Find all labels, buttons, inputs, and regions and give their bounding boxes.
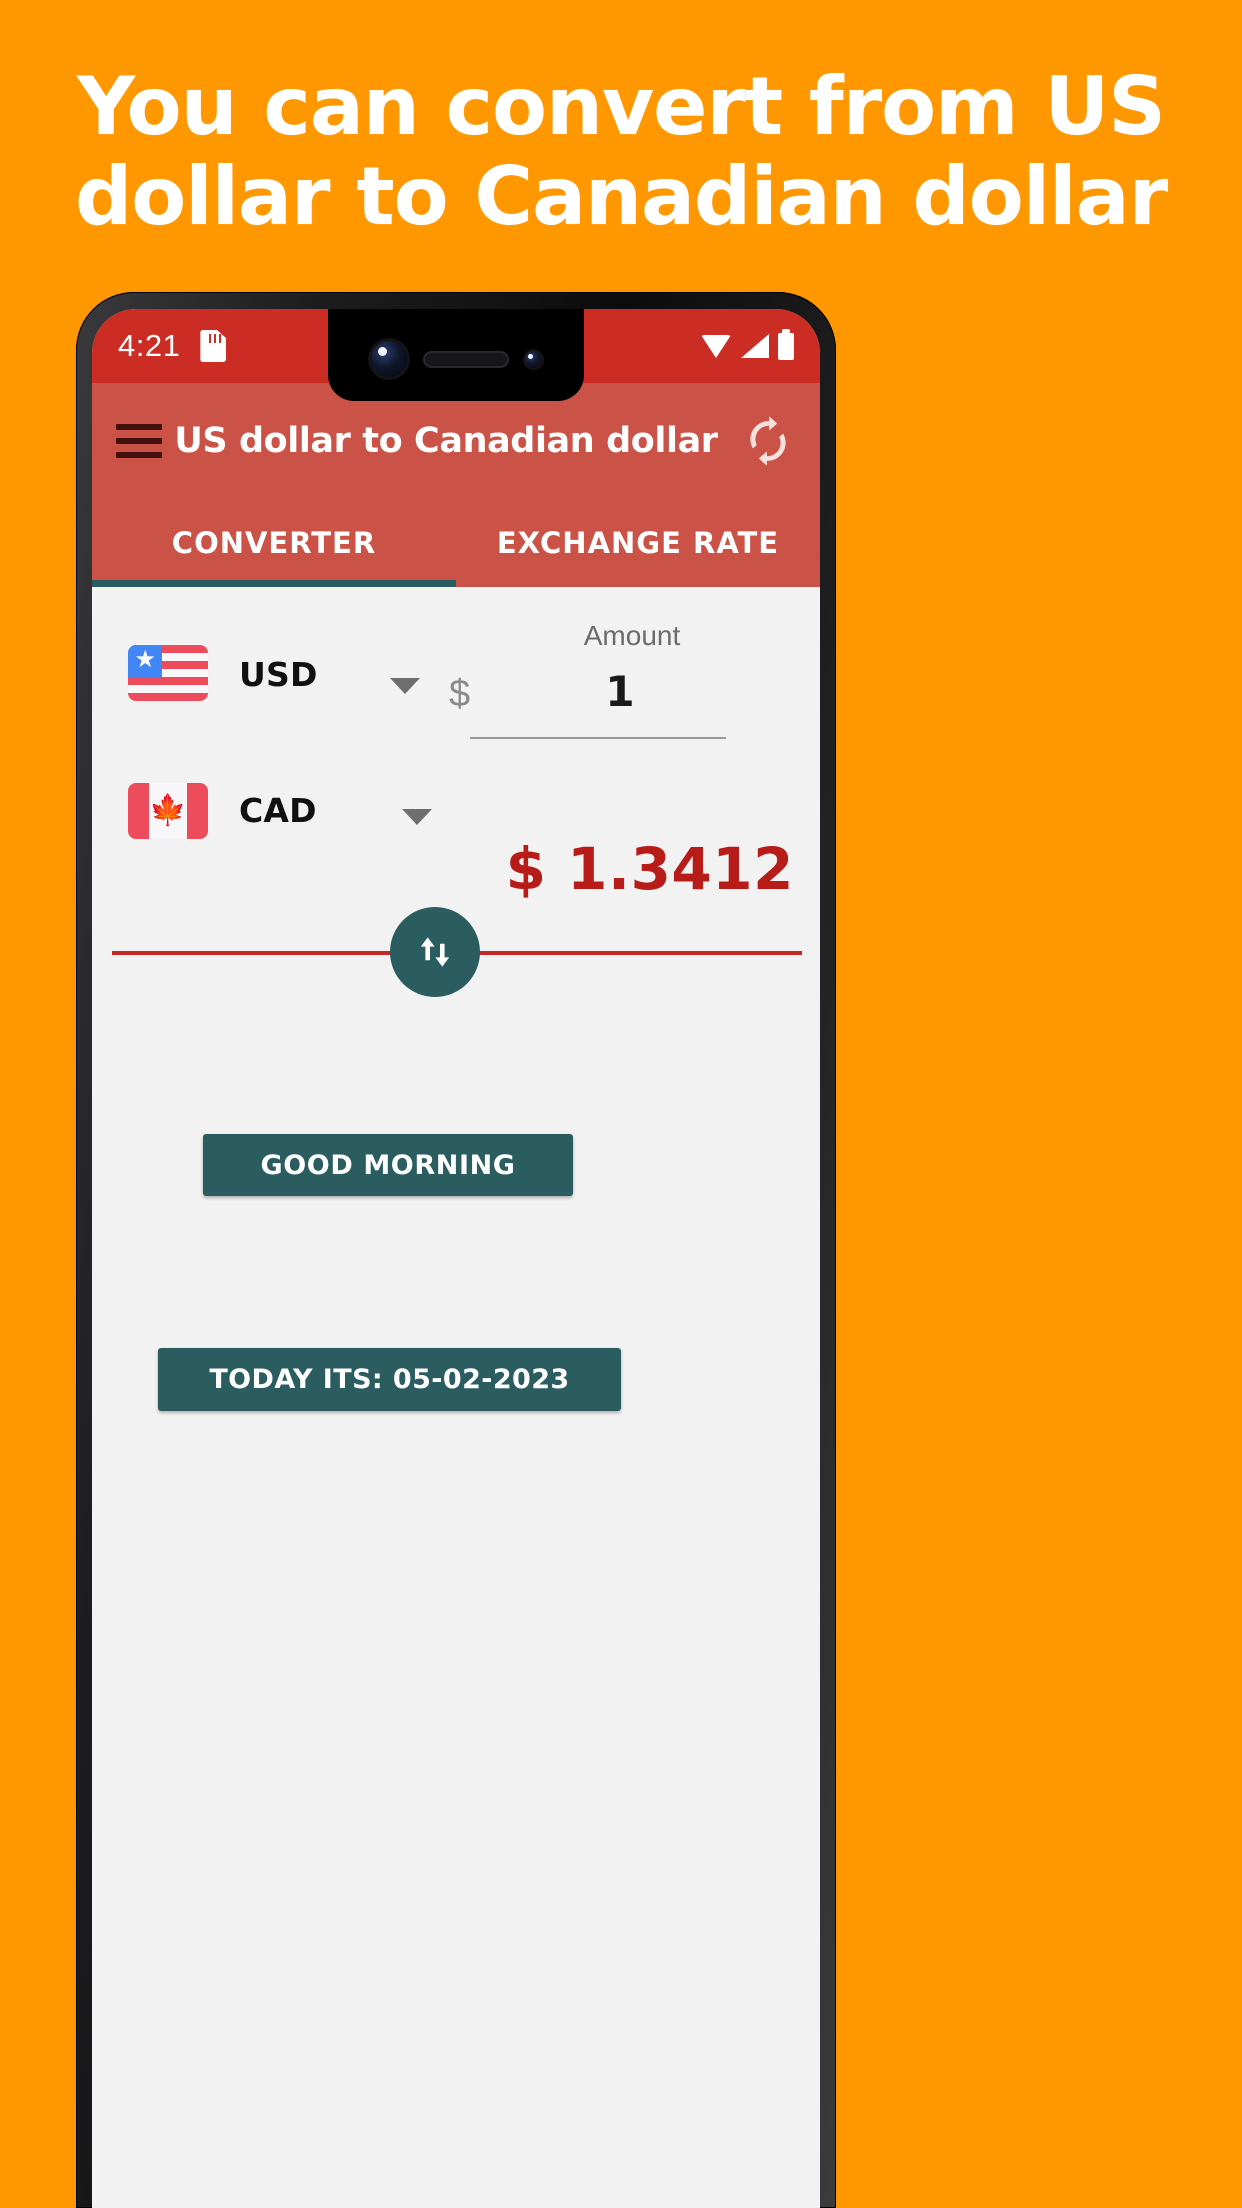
refresh-sync-icon[interactable] [740, 413, 796, 469]
today-date-button[interactable]: TODAY ITS: 05-02-2023 [158, 1348, 621, 1411]
status-bar-clock: 4:21 [118, 328, 181, 363]
secondary-camera-icon [524, 350, 542, 368]
cellular-signal-icon [741, 334, 769, 358]
converter-panel: ★ USD Amount $ 1 🍁 CAD $ 1.3412 GOOD MOR… [92, 587, 820, 2208]
greeting-button[interactable]: GOOD MORNING [203, 1134, 573, 1196]
tab-exchange-rate[interactable]: EXCHANGE RATE [456, 499, 820, 587]
tab-active-indicator [92, 580, 456, 587]
phone-mockup: 4:21 US dollar to Canadian dollar CONVER… [76, 292, 836, 2208]
sd-card-icon [200, 330, 227, 362]
from-currency-code[interactable]: USD [239, 655, 318, 694]
tab-bar: CONVERTER EXCHANGE RATE [92, 499, 820, 587]
conversion-result: $ 1.3412 [505, 835, 794, 903]
amount-input-underline [470, 737, 726, 739]
tab-converter[interactable]: CONVERTER [92, 499, 456, 587]
to-currency-chevron-down-icon[interactable] [402, 809, 432, 825]
battery-full-icon [778, 328, 794, 360]
phone-screen: 4:21 US dollar to Canadian dollar CONVER… [92, 309, 820, 2208]
amount-label: Amount [583, 620, 681, 651]
promo-headline-line-1: You can convert from US [77, 60, 1166, 153]
front-camera-icon [370, 341, 407, 377]
promo-headline: You can convert from US dollar to Canadi… [0, 62, 1242, 242]
page-title: US dollar to Canadian dollar [174, 421, 718, 461]
from-currency-chevron-down-icon[interactable] [390, 678, 420, 694]
us-flag-icon: ★ [128, 645, 208, 701]
status-bar-left: 4:21 [118, 328, 227, 364]
camera-notch [328, 309, 584, 401]
phone-bezel: 4:21 US dollar to Canadian dollar CONVER… [92, 309, 820, 2208]
promo-headline-line-2: dollar to Canadian dollar [74, 150, 1168, 243]
canada-flag-icon: 🍁 [128, 783, 208, 839]
earpiece-speaker [422, 350, 509, 368]
swap-vertical-arrows-icon[interactable] [390, 907, 480, 997]
amount-input[interactable]: 1 [482, 667, 758, 716]
amount-currency-symbol: $ [449, 673, 471, 715]
status-bar-right [701, 328, 794, 360]
to-currency-code[interactable]: CAD [239, 791, 317, 830]
wifi-icon [701, 334, 732, 358]
